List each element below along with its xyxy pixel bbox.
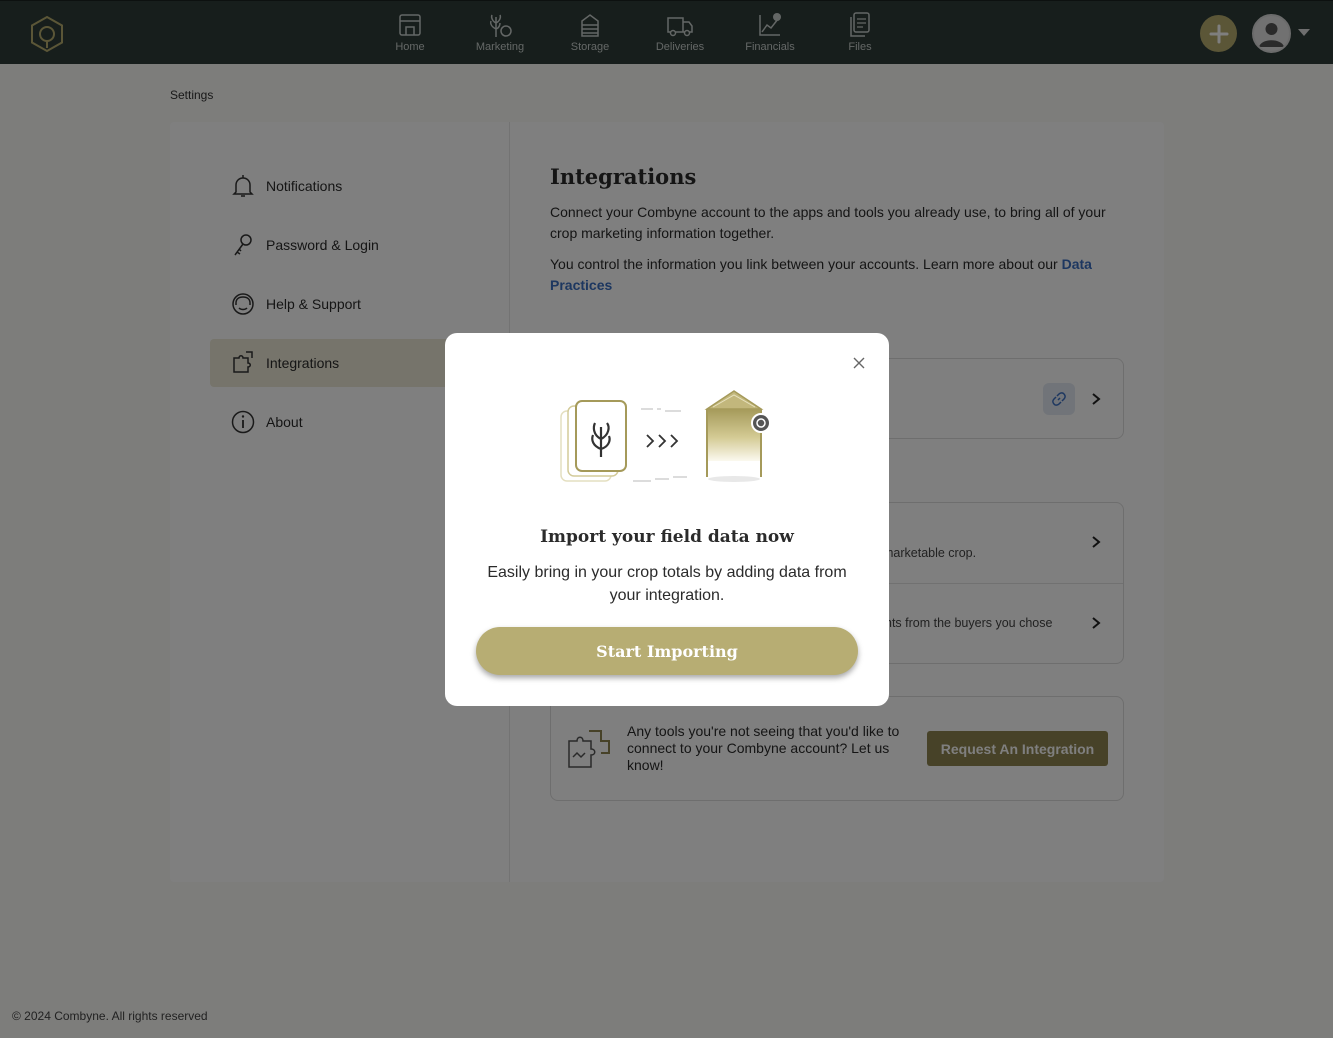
import-illustration-icon [560, 390, 771, 482]
start-importing-button[interactable]: Start Importing [476, 627, 858, 675]
close-icon [853, 357, 865, 369]
close-button[interactable] [849, 353, 869, 373]
import-data-modal: Import your field data now Easily bring … [445, 333, 889, 706]
modal-title: Import your field data now [540, 527, 794, 547]
modal-description: Easily bring in your crop totals by addi… [487, 564, 847, 604]
